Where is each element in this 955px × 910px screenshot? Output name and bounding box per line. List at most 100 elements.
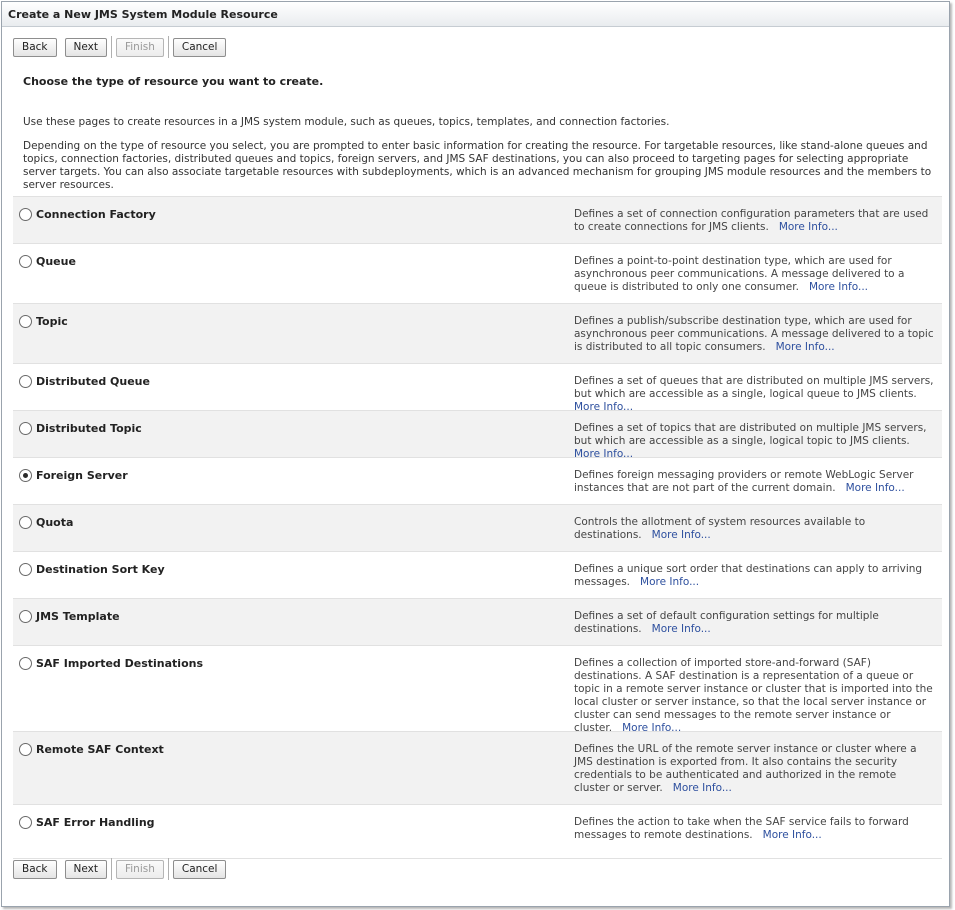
- cancel-button[interactable]: Cancel: [172, 859, 227, 879]
- resource-option-row: Topic Defines a publish/subscribe destina…: [13, 304, 942, 364]
- toolbar-separator: [110, 36, 112, 58]
- resource-option-row: Destination Sort Key Defines a unique sor…: [13, 552, 942, 599]
- description-text: Defines a set of connection configuratio…: [574, 208, 929, 233]
- resource-option-label: Distributed Topic: [36, 422, 142, 435]
- resource-option[interactable]: Distributed Topic: [19, 422, 142, 435]
- resource-option[interactable]: SAF Error Handling: [19, 816, 155, 829]
- finish-button[interactable]: Finish: [115, 37, 164, 57]
- resource-option-label: Distributed Queue: [36, 375, 150, 388]
- resource-option[interactable]: Topic: [19, 315, 68, 328]
- toolbar-separator: [110, 858, 112, 880]
- radio-button[interactable]: [19, 375, 32, 388]
- next-button[interactable]: Next: [64, 859, 107, 879]
- resource-option-label: Connection Factory: [36, 208, 156, 221]
- radio-button[interactable]: [19, 315, 32, 328]
- radio-button[interactable]: [19, 816, 32, 829]
- toolbar-separator: [167, 36, 169, 58]
- radio-selected-dot: [23, 473, 28, 478]
- resource-option-label: JMS Template: [36, 610, 120, 623]
- resource-option-label: Topic: [36, 315, 68, 328]
- resource-option-row: SAF Error Handling Defines the action to …: [13, 805, 942, 859]
- resource-option-description: Defines a collection of imported store-a…: [574, 657, 934, 735]
- description-text: Defines a set of queues that are distrib…: [574, 375, 934, 400]
- radio-button[interactable]: [19, 563, 32, 576]
- radio-button[interactable]: [19, 422, 32, 435]
- resource-option-row: Distributed Queue Defines a set of queues…: [13, 364, 942, 414]
- resource-option[interactable]: Distributed Queue: [19, 375, 150, 388]
- radio-button[interactable]: [19, 610, 32, 623]
- back-button[interactable]: Back: [13, 37, 57, 57]
- resource-option[interactable]: Connection Factory: [19, 208, 156, 221]
- resource-option-label: Foreign Server: [36, 469, 128, 482]
- next-button[interactable]: Next: [64, 37, 107, 57]
- resource-option-label: SAF Imported Destinations: [36, 657, 203, 670]
- resource-option-label: SAF Error Handling: [36, 816, 155, 829]
- resource-option-description: Defines a point-to-point destination typ…: [574, 255, 934, 294]
- resource-option[interactable]: Remote SAF Context: [19, 743, 164, 756]
- bottom-toolbar: Back Next Finish Cancel: [13, 858, 234, 880]
- resource-option[interactable]: JMS Template: [19, 610, 120, 623]
- main-content: Choose the type of resource you want to …: [13, 68, 942, 859]
- description-text: Defines the URL of the remote server ins…: [574, 743, 917, 794]
- resource-option[interactable]: Quota: [19, 516, 73, 529]
- description-text: Defines a set of topics that are distrib…: [574, 422, 927, 447]
- resource-option-row: SAF Imported Destinations Defines a colle…: [13, 646, 942, 735]
- resource-option-row: Remote SAF Context Defines the URL of the…: [13, 732, 942, 805]
- top-toolbar: Back Next Finish Cancel: [13, 36, 234, 58]
- more-info-link[interactable]: More Info...: [673, 782, 732, 794]
- resource-option-row: Foreign Server Defines foreign messaging …: [13, 458, 942, 505]
- more-info-link[interactable]: More Info...: [652, 623, 711, 635]
- resource-option[interactable]: Foreign Server: [19, 469, 128, 482]
- page-heading: Choose the type of resource you want to …: [23, 75, 324, 88]
- resource-type-list: Connection Factory Defines a set of conne…: [13, 196, 942, 859]
- resource-option-row: Connection Factory Defines a set of conne…: [13, 197, 942, 244]
- more-info-link[interactable]: More Info...: [776, 341, 835, 353]
- resource-option-label: Quota: [36, 516, 74, 529]
- radio-button[interactable]: [19, 469, 32, 482]
- cancel-button[interactable]: Cancel: [172, 37, 227, 57]
- more-info-link[interactable]: More Info...: [779, 221, 838, 233]
- radio-button[interactable]: [19, 516, 32, 529]
- more-info-link[interactable]: More Info...: [809, 281, 868, 293]
- resource-option-description: Defines foreign messaging providers or r…: [574, 469, 934, 495]
- resource-option-description: Defines a unique sort order that destina…: [574, 563, 934, 589]
- radio-button[interactable]: [19, 255, 32, 268]
- resource-option-label: Destination Sort Key: [36, 563, 165, 576]
- more-info-link[interactable]: More Info...: [640, 576, 699, 588]
- dialog-title: Create a New JMS System Module Resource: [2, 2, 949, 27]
- description-text: Defines a set of default configuration s…: [574, 610, 879, 635]
- resource-option[interactable]: Destination Sort Key: [19, 563, 165, 576]
- resource-option-description: Defines a publish/subscribe destination …: [574, 315, 934, 354]
- resource-option-label: Remote SAF Context: [36, 743, 164, 756]
- toolbar-separator: [167, 858, 169, 880]
- resource-option-description: Defines a set of topics that are distrib…: [574, 422, 934, 461]
- resource-option-description: Defines a set of queues that are distrib…: [574, 375, 934, 414]
- resource-option-row: JMS Template Defines a set of default con…: [13, 599, 942, 646]
- more-info-link[interactable]: More Info...: [763, 829, 822, 841]
- radio-button[interactable]: [19, 657, 32, 670]
- resource-option[interactable]: Queue: [19, 255, 76, 268]
- intro-text: Use these pages to create resources in a…: [23, 116, 670, 128]
- radio-button[interactable]: [19, 208, 32, 221]
- more-info-link[interactable]: More Info...: [652, 529, 711, 541]
- resource-option-description: Controls the allotment of system resourc…: [574, 516, 934, 542]
- more-info-link[interactable]: More Info...: [846, 482, 905, 494]
- resource-option-row: Quota Controls the allotment of system re…: [13, 505, 942, 552]
- radio-button[interactable]: [19, 743, 32, 756]
- resource-option-row: Queue Defines a point-to-point destinatio…: [13, 244, 942, 304]
- description-text: Defines a unique sort order that destina…: [574, 563, 923, 588]
- details-text: Depending on the type of resource you se…: [23, 140, 932, 191]
- resource-option-description: Defines the URL of the remote server ins…: [574, 743, 934, 795]
- resource-option-description: Defines a set of default configuration s…: [574, 610, 934, 636]
- resource-option-description: Defines the action to take when the SAF …: [574, 816, 934, 842]
- resource-option-row: Distributed Topic Defines a set of topics…: [13, 411, 942, 461]
- resource-option[interactable]: SAF Imported Destinations: [19, 657, 203, 670]
- resource-option-label: Queue: [36, 255, 76, 268]
- resource-option-description: Defines a set of connection configuratio…: [574, 208, 934, 234]
- back-button[interactable]: Back: [13, 859, 57, 879]
- description-text: Defines a publish/subscribe destination …: [574, 315, 934, 353]
- description-text: Defines the action to take when the SAF …: [574, 816, 909, 841]
- description-text: Controls the allotment of system resourc…: [574, 516, 866, 541]
- finish-button[interactable]: Finish: [115, 859, 164, 879]
- dialog-frame: Create a New JMS System Module Resource …: [1, 1, 950, 907]
